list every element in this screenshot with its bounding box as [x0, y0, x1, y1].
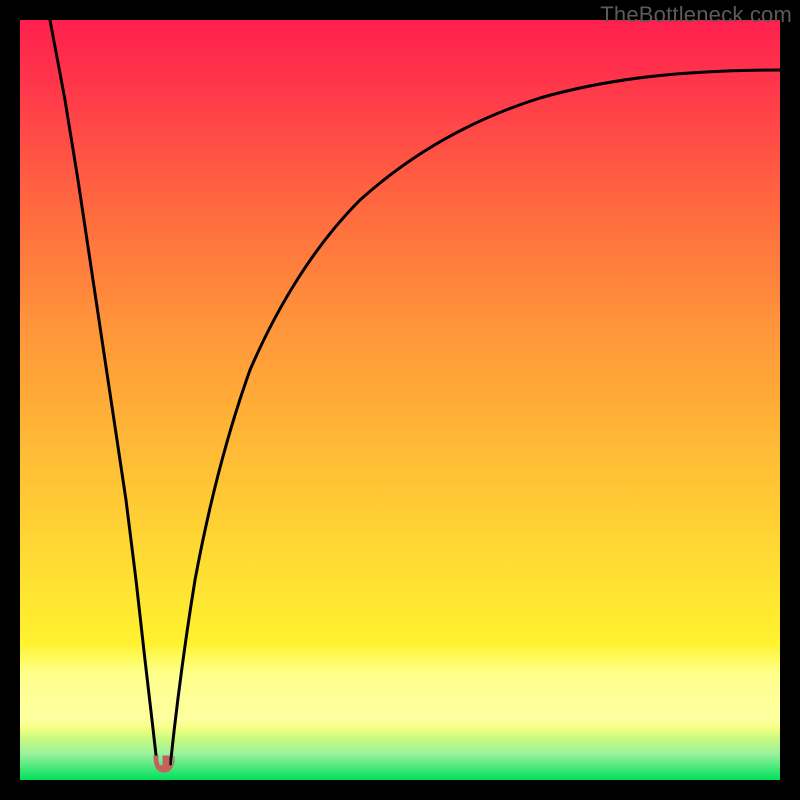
curve-right-branch [170, 70, 780, 768]
chart-frame: TheBottleneck.com [0, 0, 800, 800]
plot-area [20, 20, 780, 780]
curve-left-branch [50, 20, 158, 768]
curve-layer [20, 20, 780, 780]
